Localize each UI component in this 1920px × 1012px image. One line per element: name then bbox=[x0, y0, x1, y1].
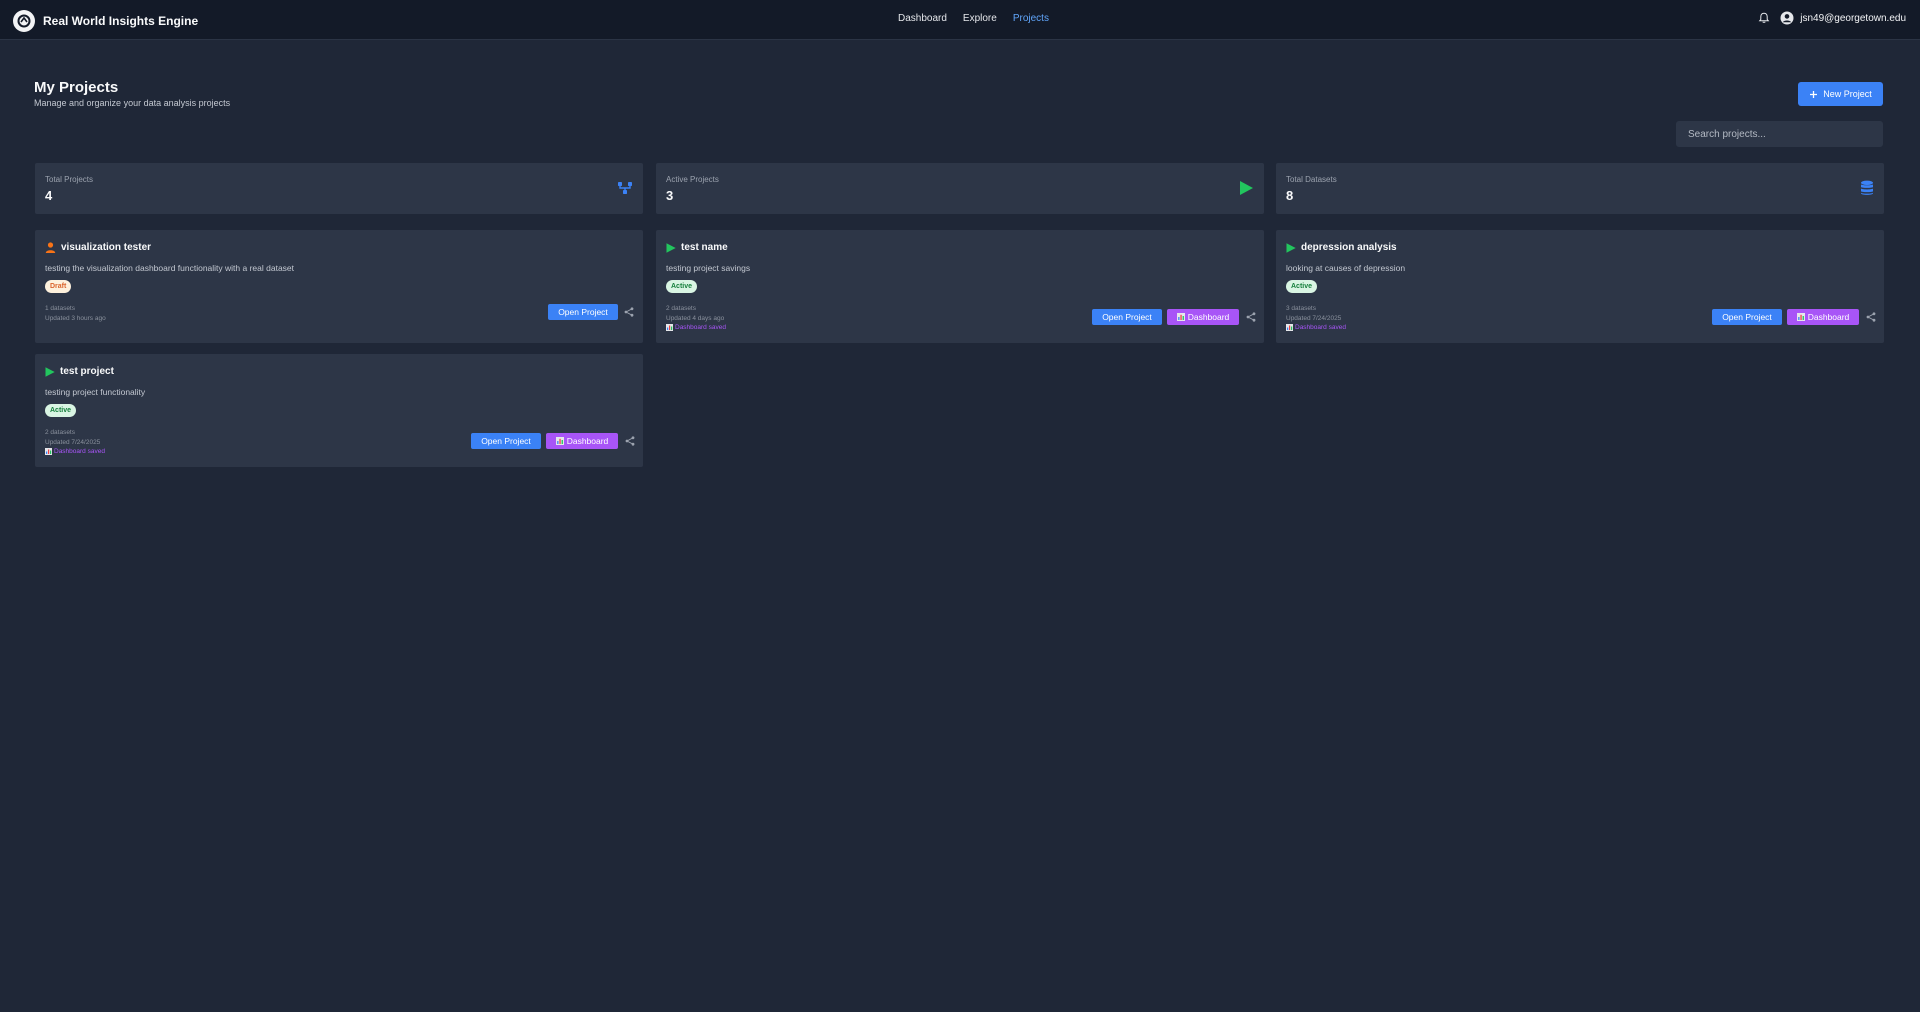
bar-chart-icon bbox=[555, 437, 564, 445]
updated-time: Updated 3 hours ago bbox=[45, 314, 106, 322]
search-projects-input[interactable] bbox=[1676, 121, 1883, 147]
dashboard-saved-label: Dashboard saved bbox=[54, 448, 105, 455]
bell-icon[interactable] bbox=[1758, 12, 1770, 24]
app-title: Real World Insights Engine bbox=[43, 14, 199, 28]
open-project-label: Open Project bbox=[1102, 312, 1152, 322]
top-navigation-bar: Real World Insights Engine Dashboard Exp… bbox=[0, 0, 1920, 40]
dashboard-saved-label: Dashboard saved bbox=[1295, 324, 1346, 331]
share-icon[interactable] bbox=[1866, 312, 1876, 322]
stat-label: Total Datasets bbox=[1286, 175, 1337, 184]
dashboard-label: Dashboard bbox=[1187, 312, 1230, 322]
project-name: visualization tester bbox=[61, 242, 152, 253]
dashboard-label: Dashboard bbox=[566, 436, 609, 446]
user-menu[interactable]: jsn49@georgetown.edu bbox=[1780, 11, 1906, 25]
project-name: test project bbox=[60, 366, 114, 377]
main-nav: Dashboard Explore Projects bbox=[898, 13, 1049, 24]
page-title: My Projects bbox=[34, 79, 119, 96]
play-icon bbox=[45, 366, 55, 377]
project-card[interactable]: test project testing project functionali… bbox=[35, 354, 643, 467]
open-project-label: Open Project bbox=[558, 307, 608, 317]
bar-chart-icon bbox=[1176, 313, 1185, 321]
share-icon[interactable] bbox=[625, 436, 635, 446]
stat-label: Active Projects bbox=[666, 175, 719, 184]
dashboard-saved-status: Dashboard saved bbox=[666, 323, 726, 333]
open-project-label: Open Project bbox=[481, 436, 531, 446]
share-icon[interactable] bbox=[624, 307, 634, 317]
new-project-button[interactable]: New Project bbox=[1798, 82, 1883, 106]
user-avatar-icon bbox=[1780, 11, 1794, 25]
project-description: testing project functionality bbox=[45, 387, 146, 397]
brand[interactable]: Real World Insights Engine bbox=[13, 10, 198, 32]
updated-time: Updated 7/24/2025 bbox=[45, 438, 101, 446]
project-card[interactable]: test name testing project savings Active… bbox=[656, 230, 1264, 343]
app-logo-icon bbox=[13, 10, 35, 32]
open-project-label: Open Project bbox=[1722, 312, 1772, 322]
project-name: depression analysis bbox=[1301, 242, 1397, 253]
status-badge: Draft bbox=[45, 280, 72, 293]
nav-projects[interactable]: Projects bbox=[1013, 13, 1049, 24]
dataset-count: 2 datasets bbox=[45, 429, 75, 436]
project-name: test name bbox=[681, 242, 728, 253]
stat-label: Total Projects bbox=[45, 175, 94, 184]
dashboard-saved-status: Dashboard saved bbox=[1286, 323, 1346, 333]
dataset-count: 1 datasets bbox=[45, 305, 75, 312]
project-description: testing project savings bbox=[666, 263, 751, 273]
status-badge: Active bbox=[1286, 280, 1318, 293]
stat-card-total-datasets: Total Datasets 8 bbox=[1276, 163, 1884, 214]
plus-icon bbox=[1810, 90, 1818, 98]
dashboard-saved-status: Dashboard saved bbox=[45, 447, 105, 457]
stat-value: 4 bbox=[45, 188, 53, 203]
updated-time: Updated 4 days ago bbox=[666, 314, 725, 322]
play-icon bbox=[1286, 242, 1296, 253]
open-project-button[interactable]: Open Project bbox=[1092, 309, 1162, 325]
project-card[interactable]: visualization tester testing the visuali… bbox=[35, 230, 643, 343]
dashboard-button[interactable]: Dashboard bbox=[546, 433, 618, 449]
dashboard-button[interactable]: Dashboard bbox=[1787, 309, 1859, 325]
database-icon bbox=[1861, 180, 1873, 195]
nav-explore[interactable]: Explore bbox=[963, 13, 997, 24]
project-description: testing the visualization dashboard func… bbox=[45, 263, 295, 273]
status-badge: Active bbox=[45, 404, 77, 417]
open-project-button[interactable]: Open Project bbox=[471, 433, 541, 449]
user-icon bbox=[45, 242, 56, 253]
git-branch-icon bbox=[618, 182, 632, 194]
dataset-count: 3 datasets bbox=[1286, 305, 1316, 312]
dashboard-button[interactable]: Dashboard bbox=[1167, 309, 1239, 325]
dashboard-saved-label: Dashboard saved bbox=[675, 324, 726, 331]
user-email: jsn49@georgetown.edu bbox=[1800, 12, 1906, 24]
open-project-button[interactable]: Open Project bbox=[548, 304, 618, 320]
page-subtitle: Manage and organize your data analysis p… bbox=[34, 98, 231, 108]
play-icon bbox=[1240, 181, 1253, 195]
new-project-label: New Project bbox=[1823, 89, 1872, 99]
project-card[interactable]: depression analysis looking at causes of… bbox=[1276, 230, 1884, 343]
stat-value: 8 bbox=[1286, 188, 1294, 203]
bar-chart-icon bbox=[1796, 313, 1805, 321]
stat-card-total-projects: Total Projects 4 bbox=[35, 163, 643, 214]
nav-dashboard[interactable]: Dashboard bbox=[898, 13, 947, 24]
bar-chart-icon bbox=[1286, 324, 1293, 332]
project-description: looking at causes of depression bbox=[1286, 263, 1406, 273]
share-icon[interactable] bbox=[1246, 312, 1256, 322]
bar-chart-icon bbox=[45, 448, 52, 456]
open-project-button[interactable]: Open Project bbox=[1712, 309, 1782, 325]
bar-chart-icon bbox=[666, 324, 673, 332]
dataset-count: 2 datasets bbox=[666, 305, 696, 312]
status-badge: Active bbox=[666, 280, 698, 293]
play-icon bbox=[666, 242, 676, 253]
stat-card-active-projects: Active Projects 3 bbox=[656, 163, 1264, 214]
updated-time: Updated 7/24/2025 bbox=[1286, 314, 1342, 322]
dashboard-label: Dashboard bbox=[1807, 312, 1850, 322]
stat-value: 3 bbox=[666, 188, 674, 203]
